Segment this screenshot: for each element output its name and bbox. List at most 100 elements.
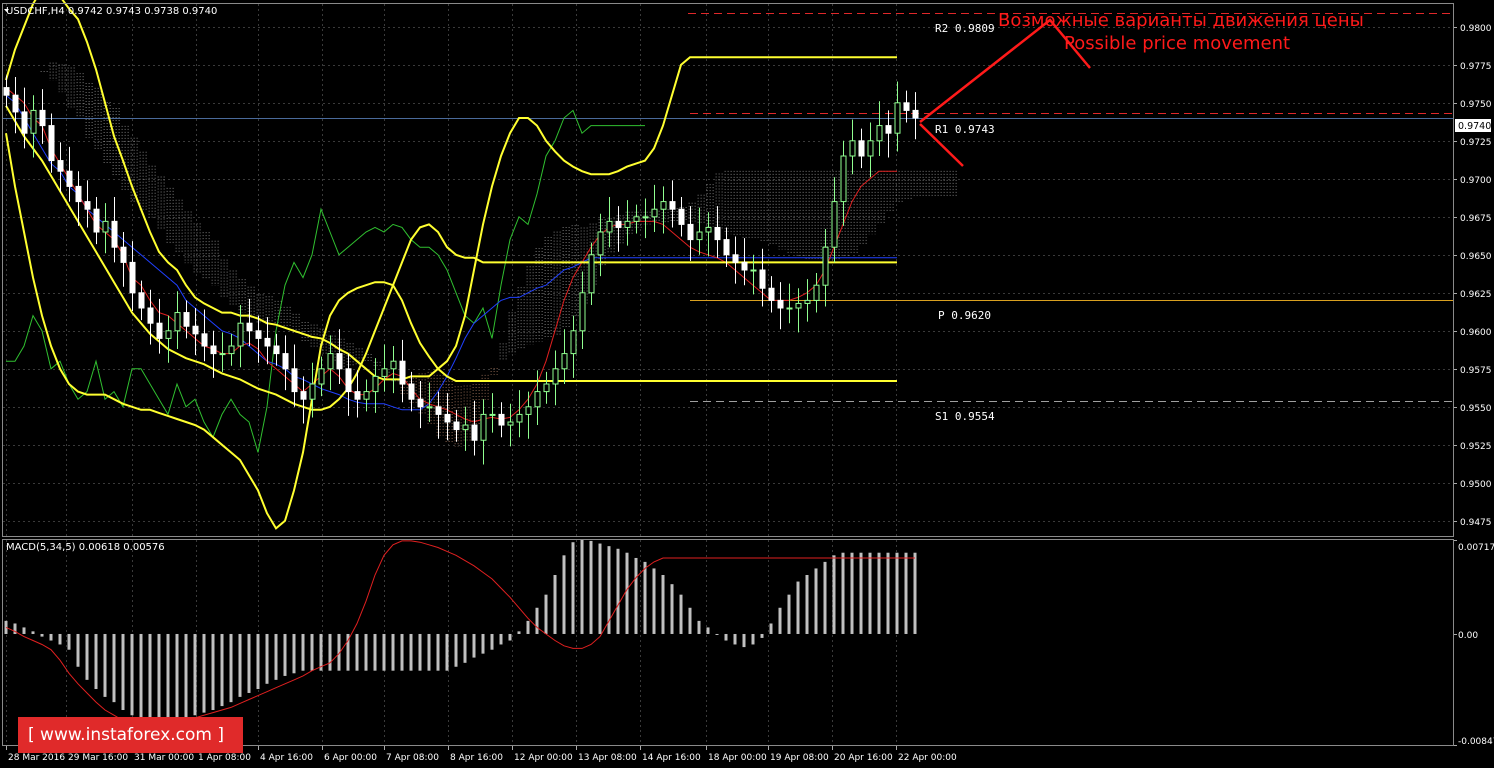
y-tick-label: 0.9500: [1460, 480, 1492, 490]
macd-bar: [832, 555, 836, 634]
candle-body: [579, 292, 586, 332]
candle-body: [669, 201, 676, 210]
macd-bar: [220, 633, 224, 707]
x-tick-label: 4 Apr 16:00: [260, 753, 313, 763]
candle-body: [399, 360, 406, 385]
macd-bar: [589, 540, 593, 634]
candle-body: [885, 125, 892, 134]
candle-body: [255, 330, 262, 339]
candle-body: [768, 287, 775, 301]
macd-bar: [76, 633, 80, 667]
candle-body: [390, 360, 397, 370]
macd-bar: [580, 539, 584, 634]
macd-bar: [193, 633, 197, 716]
candle-body: [282, 353, 289, 370]
x-tick-label: 31 Mar 00:00: [134, 753, 194, 763]
macd-bar: [742, 633, 746, 648]
candle-body: [489, 413, 496, 416]
candle-body: [426, 406, 433, 409]
macd-bar: [562, 555, 566, 634]
candle-body: [786, 307, 793, 310]
macd-bar: [697, 620, 701, 634]
candle-body: [795, 302, 802, 309]
candle-body: [660, 201, 667, 210]
candle-body: [903, 102, 910, 111]
candle-body: [318, 368, 325, 385]
candle-body: [219, 353, 226, 356]
level-label-r2: R2 0.9809: [935, 22, 995, 35]
x-tick-label: 14 Apr 16:00: [642, 753, 701, 763]
macd-bar: [310, 633, 314, 671]
macd-bar: [481, 633, 485, 654]
candle-body: [57, 160, 64, 172]
candle-body: [741, 261, 748, 271]
candle-body: [750, 269, 757, 272]
macd-y-tick-label: 0.00717: [1458, 543, 1494, 553]
macd-bar: [553, 574, 557, 634]
candle-body: [687, 223, 694, 241]
candle-body: [723, 239, 730, 256]
macd-bar: [364, 633, 368, 671]
candle-body: [777, 299, 784, 309]
candle-body: [804, 299, 811, 304]
candle-body: [471, 424, 478, 441]
macd-bar: [139, 633, 143, 724]
candle-body: [525, 406, 532, 415]
macd-bar: [49, 633, 53, 641]
candle-body: [174, 312, 181, 332]
macd-bar: [877, 552, 881, 634]
macd-bar: [679, 594, 683, 634]
macd-bar: [751, 633, 755, 645]
current-price-label: 0.9740: [1458, 121, 1491, 132]
macd-bar: [148, 633, 152, 726]
candle-body: [3, 87, 10, 96]
annotation-english: Possible price movement: [1064, 33, 1290, 54]
symbol-info: USDCHF,H4 0.9742 0.9743 0.9738 0.9740: [6, 6, 217, 17]
macd-bar: [427, 633, 431, 671]
instaforex-watermark[interactable]: [ www.instaforex.com ]: [18, 717, 243, 753]
candle-body: [129, 261, 136, 294]
candle-body: [147, 307, 154, 324]
candle-body: [75, 185, 82, 203]
macd-bar: [400, 633, 404, 671]
candle-body: [858, 140, 865, 157]
candle-body: [867, 140, 874, 157]
macd-bar: [121, 633, 125, 711]
y-tick-label: 0.9575: [1460, 366, 1492, 376]
level-label-p: P 0.9620: [938, 309, 991, 322]
x-tick-label: 12 Apr 00:00: [514, 753, 573, 763]
candle-body: [291, 368, 298, 393]
y-tick-label: 0.9725: [1460, 138, 1492, 148]
macd-bar: [94, 633, 98, 690]
candle-body: [48, 125, 55, 162]
macd-bar: [796, 581, 800, 634]
candle-body: [597, 231, 604, 256]
macd-bar: [166, 633, 170, 729]
candle-body: [12, 94, 19, 113]
chart-background: [0, 0, 1494, 768]
macd-bar: [67, 633, 71, 650]
macd-bar: [805, 574, 809, 634]
macd-bar: [31, 631, 35, 634]
x-tick-label: 7 Apr 08:00: [386, 753, 439, 763]
macd-bar: [913, 552, 917, 634]
macd-bar: [373, 633, 377, 671]
annotation-russian: Возможные варианты движения цены: [998, 10, 1364, 31]
candle-body: [336, 353, 343, 370]
candle-body: [453, 421, 460, 431]
macd-bar: [625, 552, 629, 634]
macd-bar: [184, 633, 188, 720]
y-tick-label: 0.9525: [1460, 442, 1492, 452]
macd-bar: [535, 607, 539, 634]
macd-bar: [814, 568, 818, 634]
macd-bar: [202, 633, 206, 713]
macd-bar: [859, 552, 863, 634]
level-label-r1: R1 0.9743: [935, 123, 995, 136]
macd-bar: [634, 557, 638, 634]
candle-body: [822, 246, 829, 286]
candle-body: [273, 345, 280, 355]
candle-body: [876, 125, 883, 142]
trading-chart[interactable]: 28 Mar 2016 29 Mar 16:00 31 Mar 00:00 1 Apr…: [0, 0, 1494, 768]
macd-bar: [265, 633, 269, 684]
x-tick-label: 28 Mar 2016: [8, 753, 65, 763]
